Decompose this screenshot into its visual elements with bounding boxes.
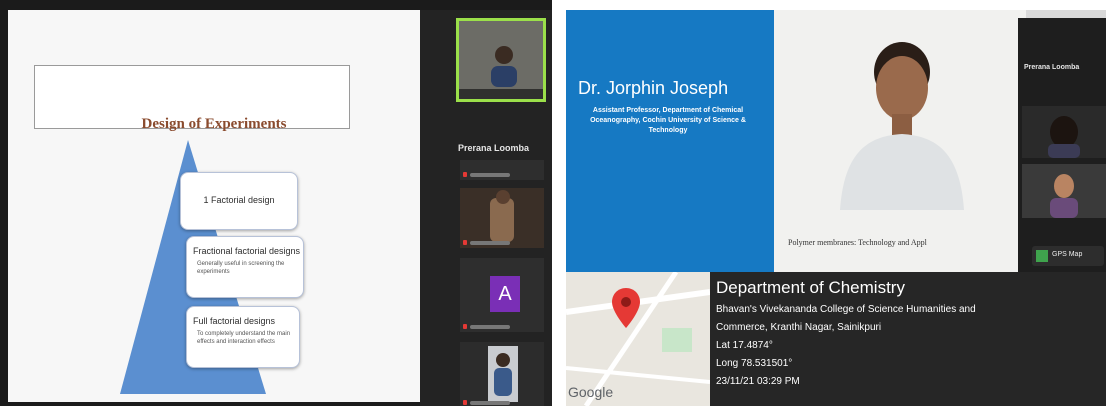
participant-name-placeholder: [470, 241, 510, 245]
participant-video-icon: [490, 190, 514, 242]
avatar: A: [490, 276, 520, 312]
participant-tile[interactable]: [460, 342, 544, 406]
screenshot-collage: Design of Experiments 1 Factorial design…: [0, 0, 1106, 406]
shared-slide: Design of Experiments 1 Factorial design…: [8, 10, 420, 402]
place-title: Department of Chemistry: [716, 278, 905, 297]
speaker-video-icon: [491, 46, 517, 87]
speaker-name: Dr. Jorphin Joseph: [578, 78, 729, 98]
gps-info-overlay: Department of Chemistry Bhavan's Vivekan…: [710, 272, 1106, 406]
presenter-photo-area: Polymer membranes: Technology and Appl: [774, 10, 1026, 272]
participant-tile[interactable]: [460, 160, 544, 180]
muted-mic-icon: [463, 324, 467, 329]
gps-badge-label: GPS Map: [1052, 251, 1083, 258]
stage-1-title: 1 Factorial design: [203, 195, 275, 205]
gps-photo-panel: Dr. Jorphin Joseph Assistant Professor, …: [566, 10, 1106, 406]
slide-title: Design of Experiments: [141, 116, 287, 132]
photo-participant-sidebar: Prerana Loomba GPS Map: [1018, 18, 1106, 272]
speaker-slide: Dr. Jorphin Joseph Assistant Professor, …: [566, 10, 774, 272]
participant-video-icon: [1050, 174, 1078, 218]
timestamp: 23/11/21 03:29 PM: [716, 376, 800, 387]
pyramid-stage-3: Full factorial designs To completely und…: [186, 306, 300, 368]
speaker-designation: Assistant Professor, Department of Chemi…: [590, 107, 746, 134]
muted-mic-icon: [463, 172, 467, 177]
muted-mic-icon: [463, 400, 467, 405]
muted-mic-icon: [463, 240, 467, 245]
longitude: Long 78.531501°: [716, 358, 793, 369]
participant-video-icon: [488, 346, 518, 402]
participant-name-placeholder: [470, 325, 510, 329]
participant-sidebar: Prerana Loomba A: [420, 10, 552, 406]
participant-name-placeholder: [470, 173, 510, 177]
map-pin-icon: [612, 288, 640, 328]
active-speaker-tile[interactable]: [456, 18, 546, 102]
address-line-2: Commerce, Kranthi Nagar, Sainikpuri: [716, 322, 882, 333]
address-line-1: Bhavan's Vivekananda College of Science …: [716, 304, 976, 315]
participant-tile[interactable]: [1022, 106, 1106, 158]
video-conference-panel: Design of Experiments 1 Factorial design…: [0, 0, 552, 406]
presenter-photo-icon: [840, 42, 964, 210]
gps-map-icon: [1036, 250, 1048, 262]
pyramid-stage-1: 1 Factorial design: [180, 172, 298, 230]
map-thumbnail: Google: [566, 272, 710, 406]
participant-tile[interactable]: [460, 188, 544, 248]
talk-title: Polymer membranes: Technology and Appl: [788, 238, 927, 247]
stage-3-note: To completely understand the main effect…: [197, 331, 291, 345]
speaker-name-strip: [459, 89, 543, 99]
latitude: Lat 17.4874°: [716, 340, 773, 351]
gps-map-badge: GPS Map: [1032, 246, 1104, 266]
participant-name-label: Prerana Loomba: [458, 143, 530, 153]
participant-name-label: Prerana Loomba: [1024, 64, 1080, 71]
stage-2-note: Generally useful in screening the experi…: [197, 261, 285, 275]
participant-tile[interactable]: A: [460, 258, 544, 332]
participant-tile[interactable]: [1022, 164, 1106, 218]
stage-3-title: Full factorial designs: [193, 316, 276, 326]
google-logo: Google: [568, 384, 614, 400]
stage-2-title: Fractional factorial designs: [193, 246, 301, 256]
pyramid-stage-2: Fractional factorial designs Generally u…: [186, 236, 304, 298]
participant-video-icon: [1048, 116, 1080, 158]
participant-name-placeholder: [470, 401, 510, 405]
